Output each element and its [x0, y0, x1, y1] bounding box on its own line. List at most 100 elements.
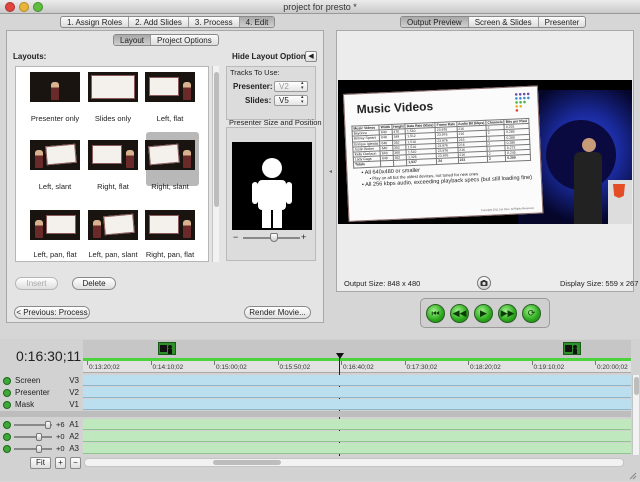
ruler-tick	[595, 361, 596, 365]
presenter-position-canvas[interactable]	[232, 142, 312, 230]
loop-icon: ⟳	[527, 308, 536, 318]
layout-caption: Left, flat	[156, 114, 184, 123]
audio-track-header[interactable]: +0 A3	[0, 443, 82, 455]
step-process[interactable]: 3. Process	[189, 17, 240, 27]
track-enabled-icon[interactable]	[3, 401, 11, 409]
ruler-tick	[87, 361, 88, 365]
zoom-in-button[interactable]: +	[55, 457, 66, 469]
gain-slider-thumb[interactable]	[36, 433, 42, 441]
time-ruler[interactable]: 0:13:20;02 0:14:10;02 0:15:00;02 0:15:50;02…	[83, 361, 631, 373]
video-track-lane[interactable]	[83, 375, 631, 386]
layout-thumbnail[interactable]	[88, 140, 138, 170]
video-track-header[interactable]: Presenter V2	[0, 387, 82, 399]
rewind-button[interactable]: ⏮	[426, 304, 445, 323]
speaker-icon[interactable]	[3, 421, 11, 429]
size-slider-thumb[interactable]	[270, 233, 278, 242]
thumbnail-presenter	[35, 220, 43, 238]
ruler-tick	[214, 361, 215, 365]
render-movie-button[interactable]: Render Movie...	[244, 306, 311, 319]
playhead-handle[interactable]	[336, 353, 344, 359]
insert-button[interactable]: Insert	[15, 277, 58, 290]
tab-presenter[interactable]: Presenter	[539, 17, 586, 27]
layout-caption: Left, slant	[38, 182, 72, 191]
speaker-icon[interactable]	[3, 445, 11, 453]
step-edit[interactable]: 4. Edit	[239, 17, 275, 27]
timeline-h-scroll-thumb[interactable]	[213, 460, 281, 465]
audio-track-header[interactable]: +0 A2	[0, 431, 82, 443]
preview-tabs: Output Preview Screen & Slides Presenter	[400, 16, 587, 28]
layout-marker-icon[interactable]	[158, 342, 176, 355]
zoom-out-button[interactable]: −	[70, 457, 81, 469]
step-back-button[interactable]: ◀◀	[450, 304, 469, 323]
gain-slider-track[interactable]	[14, 448, 52, 450]
audio-track-lane[interactable]	[83, 443, 631, 454]
layout-marker-icon[interactable]	[563, 342, 581, 355]
layout-caption: Presenter only	[30, 114, 80, 123]
slide-table-cell: 24	[436, 157, 459, 165]
size-position-heading: Presenter Size and Position	[229, 118, 322, 127]
video-track-header[interactable]: Screen V3	[0, 375, 82, 387]
timecode-display: 0:16:30;11	[16, 348, 82, 364]
layouts-scroll-thumb[interactable]	[214, 72, 219, 207]
fast-forward-button[interactable]: ⟳	[522, 304, 541, 323]
tab-layout[interactable]: Layout	[114, 35, 152, 45]
audio-track-header[interactable]: +6 A1	[0, 419, 82, 431]
thumbnail-presenter	[35, 150, 43, 168]
left-panel-tabs: Layout Project Options	[113, 34, 219, 46]
ruler-label: 0:19:10;02	[533, 364, 565, 371]
gain-slider-thumb[interactable]	[45, 421, 51, 429]
timeline-h-scrollbar[interactable]	[84, 458, 624, 467]
fit-button[interactable]: Fit	[30, 457, 51, 469]
presenter-track-select[interactable]: V2	[274, 81, 308, 92]
layouts-scrollbar[interactable]	[212, 66, 219, 262]
gain-slider-track[interactable]	[14, 436, 52, 438]
delete-button[interactable]: Delete	[72, 277, 116, 290]
step-add-slides[interactable]: 2. Add Slides	[129, 17, 189, 27]
video-track-lane[interactable]	[83, 399, 631, 410]
audio-track-lane[interactable]	[83, 431, 631, 442]
speaker-icon[interactable]	[3, 433, 11, 441]
layout-thumbnail[interactable]	[30, 72, 80, 102]
tab-screen-slides[interactable]: Screen & Slides	[469, 17, 539, 27]
gain-slider-thumb[interactable]	[36, 445, 42, 453]
layout-thumbnail[interactable]	[145, 140, 195, 170]
tab-output-preview[interactable]: Output Preview	[401, 17, 469, 27]
track-name: Presenter	[15, 388, 50, 397]
layout-thumbnail[interactable]	[88, 210, 138, 240]
output-size-label: Output Size: 848 x 480	[344, 279, 421, 288]
resize-grip-icon[interactable]	[627, 470, 637, 480]
layout-caption: Left, pan, flat	[33, 250, 77, 259]
zoom-window-button[interactable]	[33, 2, 43, 12]
layouts-heading: Layouts:	[13, 52, 47, 61]
layout-thumbnail[interactable]	[30, 210, 80, 240]
track-code: V2	[69, 388, 79, 397]
step-assign-roles[interactable]: 1. Assign Roles	[61, 17, 130, 27]
hide-options-toggle[interactable]: ◀	[305, 51, 317, 62]
timeline-v-scroll-thumb[interactable]	[634, 377, 639, 395]
track-enabled-icon[interactable]	[3, 389, 11, 397]
minimize-window-button[interactable]	[19, 2, 29, 12]
splitter-handle-icon[interactable]: ◂	[329, 168, 332, 175]
track-enabled-icon[interactable]	[3, 377, 11, 385]
video-track-lane[interactable]	[83, 387, 631, 398]
timeline-v-scrollbar[interactable]	[632, 375, 639, 455]
step-forward-button[interactable]: ▶▶	[498, 304, 517, 323]
marker-strip	[83, 340, 631, 358]
tab-project-options[interactable]: Project Options	[151, 35, 218, 45]
slides-track-select[interactable]: V5	[274, 95, 308, 106]
audio-track-lane[interactable]	[83, 419, 631, 430]
close-window-button[interactable]	[5, 2, 15, 12]
presenter-track-label: Presenter:	[233, 82, 273, 91]
layout-thumbnail[interactable]	[30, 140, 80, 170]
layout-thumbnail[interactable]	[145, 210, 195, 240]
snapshot-camera-icon[interactable]	[477, 276, 491, 290]
layout-thumbnail[interactable]	[145, 72, 195, 102]
track-separator	[0, 411, 631, 417]
thumbnail-slide	[46, 215, 76, 234]
previous-process-button[interactable]: < Previous: Process	[14, 306, 90, 319]
layout-thumbnail[interactable]	[88, 72, 138, 102]
play-button[interactable]: ▶	[474, 304, 493, 323]
video-track-header[interactable]: Mask V1	[0, 399, 82, 411]
presenter-silhouette-icon	[252, 158, 292, 228]
slide-table-cell: 1,537	[406, 158, 437, 166]
